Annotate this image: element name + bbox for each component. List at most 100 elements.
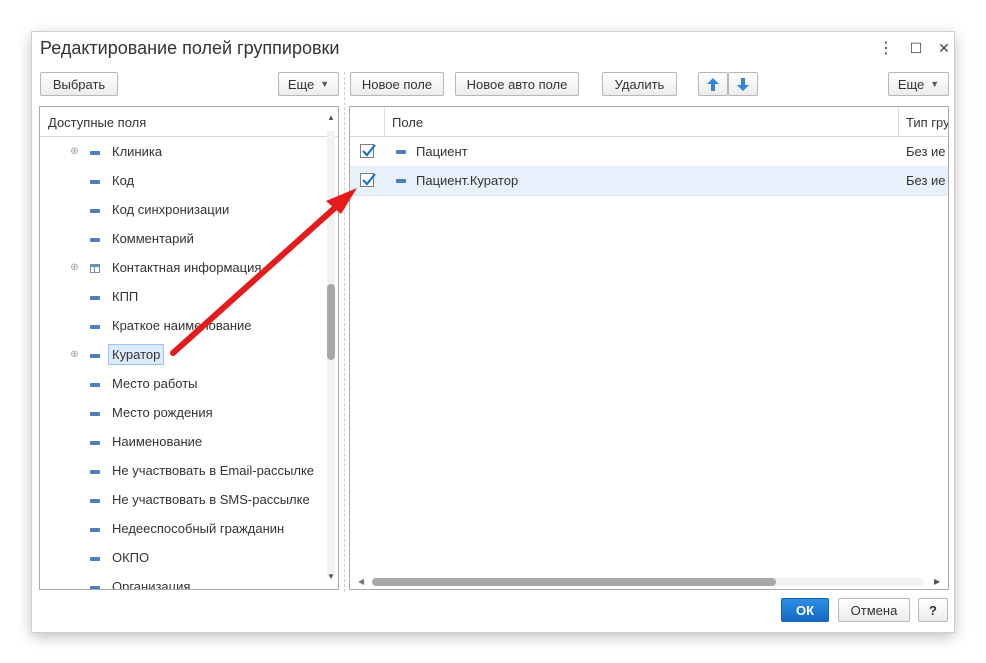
move-up-button[interactable] xyxy=(698,72,728,96)
tree-item-label: Краткое наименование xyxy=(112,318,252,333)
tree-item[interactable]: Место рождения xyxy=(40,399,330,428)
tree-item-label: Клиника xyxy=(112,144,163,159)
tree-item[interactable]: ⊕ Куратор xyxy=(40,341,330,370)
field-icon xyxy=(90,235,100,245)
available-fields-tree[interactable]: Доступные поля ⊕ Клиника Код Код синхрониза… xyxy=(39,106,339,590)
field-icon xyxy=(396,179,406,183)
table-row[interactable]: Пациент Без ие xyxy=(350,137,948,167)
tree-item-label: ОКПО xyxy=(112,550,150,565)
use-field-checkbox[interactable] xyxy=(360,173,376,187)
column-divider xyxy=(384,107,385,136)
tree-item[interactable]: КПП xyxy=(40,283,330,312)
help-button-label: ? xyxy=(929,602,937,618)
grid-horizontal-scrollbar[interactable] xyxy=(372,578,924,586)
field-icon xyxy=(90,177,100,187)
chevron-down-icon: ▼ xyxy=(320,79,330,89)
tree-item[interactable]: ⊕ Контактная информация xyxy=(40,254,330,283)
tree-item-label: Комментарий xyxy=(112,231,194,246)
tree-item[interactable]: Код xyxy=(40,167,330,196)
tree-item[interactable]: ОКПО xyxy=(40,544,330,573)
tree-item[interactable]: Не участвовать в SMS-рассылке xyxy=(40,486,330,515)
delete-button-label: Удалить xyxy=(614,76,665,92)
scroll-down-icon[interactable]: ▼ xyxy=(327,572,335,581)
new-field-button-label: Новое поле xyxy=(361,76,433,92)
left-more-button-label: Еще xyxy=(287,76,315,92)
right-more-button[interactable]: Еще ▼ xyxy=(888,72,949,96)
field-cell: Пациент xyxy=(416,144,468,159)
tree-item-label: Не участвовать в Email-рассылке xyxy=(112,463,315,478)
field-icon xyxy=(90,293,100,303)
table-row[interactable]: Пациент.Куратор Без ие xyxy=(350,166,948,196)
new-field-button[interactable]: Новое поле xyxy=(350,72,444,96)
more-actions-icon[interactable]: ⋮ xyxy=(878,40,894,57)
arrow-down-icon xyxy=(737,77,749,91)
table-icon xyxy=(90,264,100,274)
tree-item[interactable]: Комментарий xyxy=(40,225,330,254)
tree-item-label: Недееспособный гражданин xyxy=(112,521,285,536)
delete-button[interactable]: Удалить xyxy=(602,72,677,96)
tree-item-label: Не участвовать в SMS-рассылке xyxy=(112,492,310,507)
field-icon xyxy=(90,554,100,564)
tree-scrollbar[interactable] xyxy=(327,131,335,577)
tree-item-label: Код xyxy=(112,173,135,188)
scroll-right-icon[interactable]: ▶ xyxy=(934,577,940,586)
field-icon xyxy=(396,150,406,154)
tree-item[interactable]: Недееспособный гражданин xyxy=(40,515,330,544)
scroll-left-icon[interactable]: ◀ xyxy=(358,577,364,586)
field-icon xyxy=(90,467,100,477)
column-header-field[interactable]: Поле xyxy=(392,115,423,130)
maximize-icon[interactable]: ☐ xyxy=(908,40,924,56)
select-button-label: Выбрать xyxy=(52,76,106,92)
field-icon xyxy=(90,496,100,506)
tree-item-label: Код синхронизации xyxy=(112,202,230,217)
ok-button-label: ОК xyxy=(795,602,815,618)
tree-item[interactable]: Наименование xyxy=(40,428,330,457)
cancel-button-label: Отмена xyxy=(850,602,898,618)
field-icon xyxy=(90,583,100,589)
dialog-title: Редактирование полей группировки xyxy=(40,38,340,58)
grouping-fields-dialog: Редактирование полей группировки ⋮ ☐ ✕ В… xyxy=(32,32,954,632)
expand-icon[interactable]: ⊕ xyxy=(70,147,79,157)
field-icon xyxy=(90,438,100,448)
tree-item[interactable]: Краткое наименование xyxy=(40,312,330,341)
tree-scrollbar-thumb[interactable] xyxy=(327,284,335,360)
cancel-button[interactable]: Отмена xyxy=(838,598,910,622)
tree-item[interactable]: Организация xyxy=(40,573,330,589)
field-icon xyxy=(90,206,100,216)
field-icon xyxy=(90,409,100,419)
arrow-up-icon xyxy=(707,77,719,91)
grid-header: Поле Тип гру xyxy=(350,107,948,137)
help-button[interactable]: ? xyxy=(918,598,948,622)
tree-item-label: Место работы xyxy=(112,376,198,391)
field-icon xyxy=(90,322,100,332)
field-icon xyxy=(90,380,100,390)
available-fields-header-label: Доступные поля xyxy=(48,115,147,130)
left-more-button[interactable]: Еще ▼ xyxy=(278,72,339,96)
select-button[interactable]: Выбрать xyxy=(40,72,118,96)
panel-splitter[interactable] xyxy=(344,72,345,592)
tree-item[interactable]: Не участвовать в Email-рассылке xyxy=(40,457,330,486)
ok-button[interactable]: ОК xyxy=(781,598,829,622)
scroll-up-icon[interactable]: ▲ xyxy=(327,113,335,122)
grouping-fields-grid[interactable]: Поле Тип гру Пациент Без ие Пациент.Курато… xyxy=(349,106,949,590)
grid-horizontal-scrollbar-thumb[interactable] xyxy=(372,578,776,586)
tree-item[interactable]: ⊕ Клиника xyxy=(40,138,330,167)
right-more-button-label: Еще xyxy=(897,76,925,92)
column-divider xyxy=(898,107,899,136)
new-auto-field-button-label: Новое авто поле xyxy=(466,76,568,92)
expand-icon[interactable]: ⊕ xyxy=(70,350,79,360)
use-field-checkbox[interactable] xyxy=(360,144,376,158)
expand-icon[interactable]: ⊕ xyxy=(70,263,79,273)
field-icon xyxy=(90,525,100,535)
tree-item-label: Наименование xyxy=(112,434,203,449)
column-header-type[interactable]: Тип гру xyxy=(906,115,948,130)
tree-item[interactable]: Код синхронизации xyxy=(40,196,330,225)
available-fields-header: Доступные поля xyxy=(40,107,338,137)
checkmark-icon xyxy=(362,144,376,157)
grouping-type-cell: Без ие xyxy=(906,144,946,159)
tree-item-label: Место рождения xyxy=(112,405,213,420)
tree-item[interactable]: Место работы xyxy=(40,370,330,399)
move-down-button[interactable] xyxy=(728,72,758,96)
new-auto-field-button[interactable]: Новое авто поле xyxy=(455,72,579,96)
close-icon[interactable]: ✕ xyxy=(936,40,952,56)
